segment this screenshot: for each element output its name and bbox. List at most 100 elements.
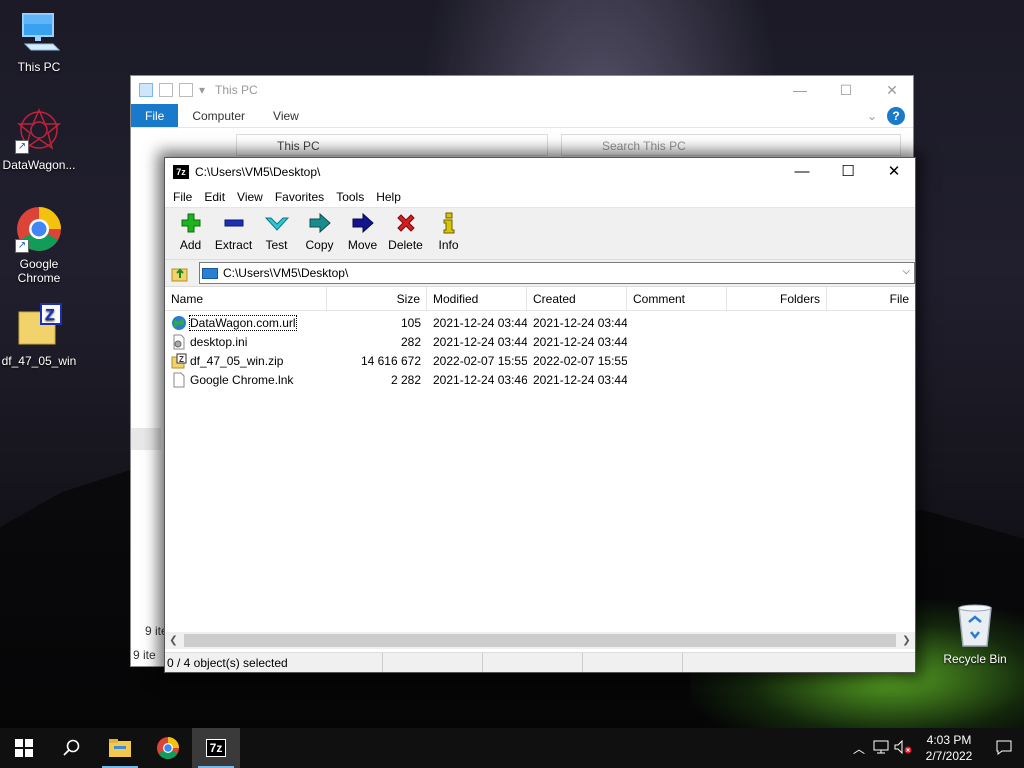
menu-tools[interactable]: Tools bbox=[330, 187, 370, 207]
explorer-minimize-button[interactable]: — bbox=[777, 76, 823, 104]
sevenzip-window[interactable]: 7z C:\Users\VM5\Desktop\ — ☐ ✕ File Edit… bbox=[164, 157, 916, 673]
desktop-icon-datawagon[interactable]: ↗ DataWagon... bbox=[0, 106, 78, 172]
explorer-search-input[interactable]: Search This PC bbox=[561, 134, 901, 156]
copy-button[interactable]: Copy bbox=[298, 208, 341, 252]
menu-favorites[interactable]: Favorites bbox=[269, 187, 330, 207]
start-button[interactable] bbox=[0, 728, 48, 768]
move-arrow-icon bbox=[352, 212, 374, 234]
chrome-icon bbox=[157, 737, 179, 759]
info-label: Info bbox=[438, 238, 459, 252]
delete-button[interactable]: Delete bbox=[384, 208, 427, 252]
sevenzip-titlebar[interactable]: 7z C:\Users\VM5\Desktop\ — ☐ ✕ bbox=[165, 158, 915, 186]
column-header-name[interactable]: Name bbox=[165, 287, 327, 310]
svg-text:Z: Z bbox=[45, 307, 55, 324]
scrollbar-thumb[interactable] bbox=[184, 634, 896, 647]
sevenzip-maximize-button[interactable]: ☐ bbox=[825, 158, 871, 186]
notification-center-icon[interactable] bbox=[984, 739, 1024, 758]
ribbon-tab-computer[interactable]: Computer bbox=[178, 104, 259, 127]
move-button[interactable]: Move bbox=[341, 208, 384, 252]
column-header-modified[interactable]: Modified bbox=[427, 287, 527, 310]
menu-file[interactable]: File bbox=[167, 187, 198, 207]
shortcut-arrow-icon: ↗ bbox=[15, 140, 29, 154]
file-name: Google Chrome.lnk bbox=[190, 372, 294, 387]
globe-icon bbox=[171, 315, 187, 331]
taskbar-file-explorer[interactable] bbox=[96, 728, 144, 768]
file-size: 2 282 bbox=[390, 372, 421, 387]
new-folder-icon[interactable] bbox=[179, 83, 193, 97]
delete-label: Delete bbox=[388, 238, 423, 252]
table-row[interactable]: desktop.ini 282 2021-12-24 03:44 2021-12… bbox=[165, 332, 915, 351]
chevron-down-icon[interactable]: ⌵ bbox=[902, 266, 910, 277]
folder-up-button[interactable] bbox=[169, 263, 191, 283]
nav-pane-selected-item[interactable] bbox=[131, 428, 161, 450]
path-input[interactable]: C:\Users\VM5\Desktop\ ⌵ bbox=[198, 262, 915, 284]
sevenzip-title: C:\Users\VM5\Desktop\ bbox=[195, 165, 321, 179]
help-icon[interactable]: ? bbox=[887, 107, 905, 125]
network-icon[interactable] bbox=[870, 740, 892, 757]
file-list-header: Name Size Modified Created Comment Folde… bbox=[165, 287, 915, 311]
table-row[interactable]: Z df_47_05_win.zip 14 616 672 2022-02-07… bbox=[165, 351, 915, 370]
explorer-title: This PC bbox=[215, 83, 258, 97]
explorer-ribbon: File Computer View ⌄ ? bbox=[131, 104, 913, 128]
desktop-icon-chrome[interactable]: ↗ Google Chrome bbox=[0, 205, 78, 285]
desktop-icon-label: df_47_05_win bbox=[1, 354, 77, 368]
file-icon bbox=[171, 372, 187, 388]
qat-dropdown-icon[interactable]: ▾ bbox=[199, 83, 205, 97]
desktop-icon-recycle-bin[interactable]: Recycle Bin bbox=[936, 600, 1014, 666]
ribbon-tab-file[interactable]: File bbox=[131, 104, 179, 127]
toolbar: Add Extract Test Copy Move Delete Info bbox=[165, 208, 915, 260]
system-tray: ︿ 4:03 PM 2/7/2022 bbox=[848, 728, 1024, 768]
ribbon-expand-icon[interactable]: ⌄ bbox=[867, 104, 887, 127]
explorer-maximize-button[interactable]: ☐ bbox=[823, 76, 869, 104]
settings-file-icon bbox=[171, 334, 187, 350]
column-header-files[interactable]: File bbox=[827, 287, 915, 310]
folder-icon bbox=[109, 739, 131, 757]
desktop-icon-zip[interactable]: Z df_47_05_win bbox=[0, 302, 78, 368]
menu-edit[interactable]: Edit bbox=[198, 187, 231, 207]
sevenzip-taskbar-icon: 7z bbox=[205, 739, 227, 757]
clock-date: 2/7/2022 bbox=[925, 749, 973, 763]
file-modified: 2021-12-24 03:44 bbox=[433, 334, 527, 349]
file-modified: 2021-12-24 03:44 bbox=[433, 315, 527, 330]
table-row[interactable]: Google Chrome.lnk 2 282 2021-12-24 03:46… bbox=[165, 370, 915, 389]
info-button[interactable]: Info bbox=[427, 208, 470, 252]
taskbar-chrome[interactable] bbox=[144, 728, 192, 768]
explorer-address-bar[interactable]: This PC bbox=[236, 134, 548, 156]
column-header-created[interactable]: Created bbox=[527, 287, 627, 310]
column-header-comment[interactable]: Comment bbox=[627, 287, 727, 310]
horizontal-scrollbar[interactable]: ❮ ❯ bbox=[165, 632, 915, 649]
copy-label: Copy bbox=[305, 238, 334, 252]
clock[interactable]: 4:03 PM 2/7/2022 bbox=[914, 732, 984, 764]
scroll-left-icon[interactable]: ❮ bbox=[165, 635, 182, 646]
computer-small-icon bbox=[201, 267, 218, 279]
sevenzip-minimize-button[interactable]: — bbox=[779, 158, 825, 186]
test-button[interactable]: Test bbox=[255, 208, 298, 252]
taskbar-7zip[interactable]: 7z bbox=[192, 728, 240, 768]
recycle-bin-label: Recycle Bin bbox=[943, 652, 1007, 666]
explorer-status-text: 9 ite bbox=[133, 648, 156, 662]
desktop-icon-this-pc[interactable]: This PC bbox=[0, 8, 78, 74]
table-row[interactable]: DataWagon.com.url 105 2021-12-24 03:44 2… bbox=[165, 313, 915, 332]
search-icon bbox=[63, 739, 80, 756]
taskbar: 7z ︿ 4:03 PM 2/7/2022 bbox=[0, 728, 1024, 768]
chevron-up-icon[interactable]: ︿ bbox=[848, 740, 870, 757]
ribbon-tab-view[interactable]: View bbox=[259, 104, 313, 127]
properties-icon[interactable] bbox=[159, 83, 173, 97]
add-button[interactable]: Add bbox=[169, 208, 212, 252]
file-created: 2022-02-07 15:55 bbox=[533, 353, 627, 368]
explorer-close-button[interactable]: ✕ bbox=[869, 76, 915, 104]
scroll-right-icon[interactable]: ❯ bbox=[898, 635, 915, 646]
volume-muted-icon[interactable] bbox=[892, 739, 914, 757]
sevenzip-close-button[interactable]: ✕ bbox=[871, 158, 917, 186]
menu-help[interactable]: Help bbox=[370, 187, 407, 207]
file-rows: DataWagon.com.url 105 2021-12-24 03:44 2… bbox=[165, 311, 915, 389]
menu-view[interactable]: View bbox=[231, 187, 269, 207]
folder-up-icon bbox=[171, 268, 188, 282]
desktop-icon-label: DataWagon... bbox=[2, 158, 76, 172]
file-list[interactable]: Name Size Modified Created Comment Folde… bbox=[165, 286, 915, 768]
search-button[interactable] bbox=[48, 728, 96, 768]
column-header-folders[interactable]: Folders bbox=[727, 287, 827, 310]
column-header-size[interactable]: Size bbox=[327, 287, 427, 310]
extract-button[interactable]: Extract bbox=[212, 208, 255, 252]
file-size: 105 bbox=[400, 315, 421, 330]
